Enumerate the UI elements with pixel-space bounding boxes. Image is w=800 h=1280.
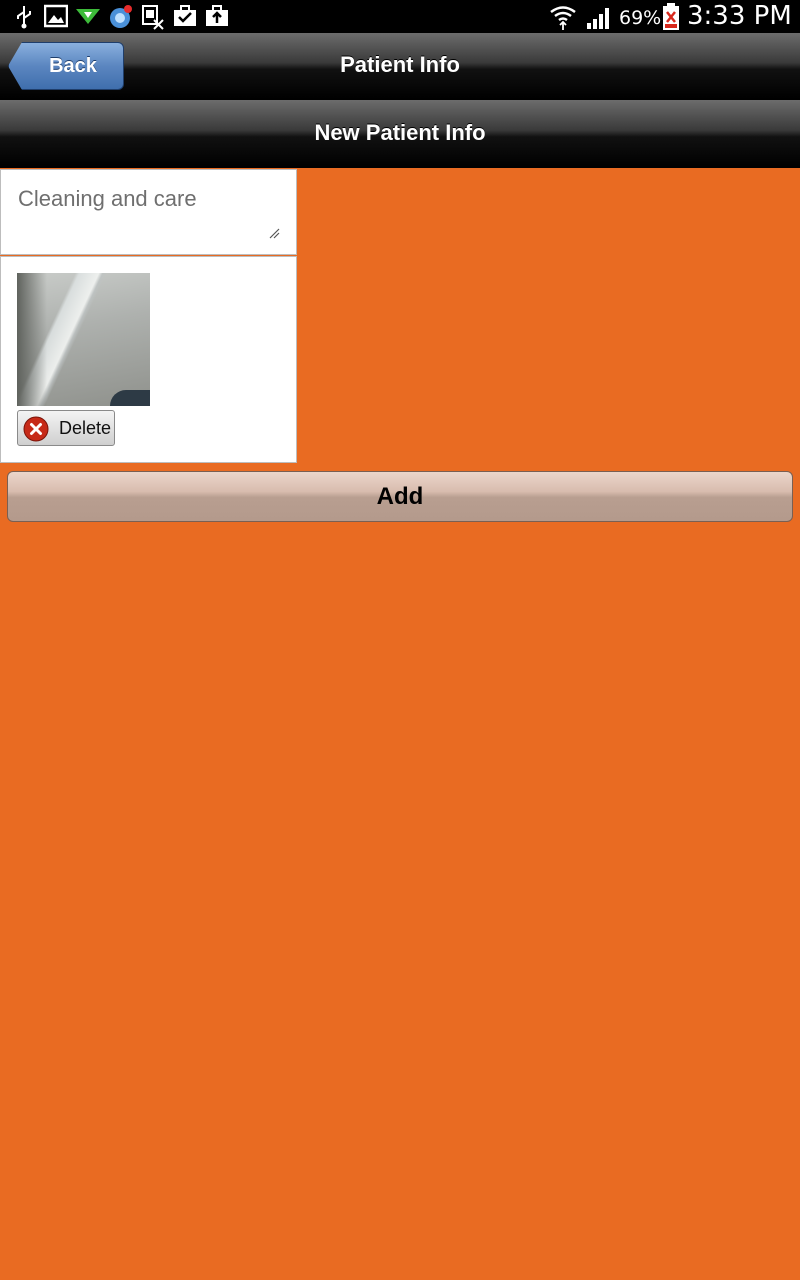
- attached-photo-thumbnail[interactable]: [17, 273, 150, 406]
- clock: 3:33 PM: [687, 1, 792, 31]
- status-bar: 69% 3:33 PM: [0, 0, 800, 33]
- section-title: New Patient Info: [314, 120, 486, 145]
- battery-icon: [663, 3, 679, 30]
- notes-textarea[interactable]: Cleaning and care: [0, 169, 297, 255]
- briefcase-check-icon: [174, 5, 196, 26]
- notes-textarea-value: Cleaning and care: [18, 186, 197, 211]
- gallery-icon: [44, 4, 68, 28]
- browser-icon: [110, 5, 132, 28]
- briefcase-upload-icon: [206, 5, 228, 26]
- back-button[interactable]: Back: [8, 42, 124, 90]
- resize-handle-icon[interactable]: [268, 227, 280, 239]
- usb-icon: [17, 6, 31, 29]
- delete-photo-button[interactable]: Delete: [17, 410, 115, 446]
- photo-shadow: [17, 273, 47, 406]
- add-button[interactable]: Add: [7, 471, 793, 522]
- delete-button-label: Delete: [59, 418, 112, 438]
- photo-dark-corner: [110, 390, 150, 406]
- battery-percent: 69%: [619, 7, 662, 29]
- signal-icon: [587, 8, 609, 29]
- download-icon: [76, 9, 100, 24]
- delete-x-icon: [23, 416, 49, 442]
- photo-attachment-panel: Delete: [0, 256, 297, 463]
- subheader-bar: New Patient Info: [0, 100, 800, 168]
- wifi-icon: [550, 6, 576, 30]
- sim-icon: [142, 5, 164, 30]
